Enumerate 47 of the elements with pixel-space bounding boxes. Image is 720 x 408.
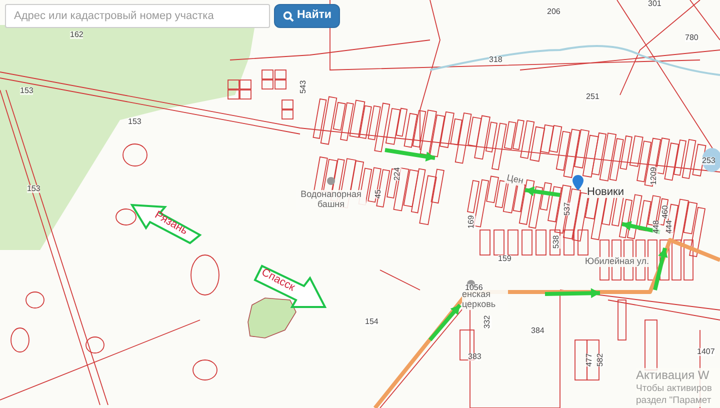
parcel-number: 206	[547, 8, 560, 16]
route-arrow	[544, 288, 600, 298]
parcel-number: 162	[70, 31, 84, 39]
parcel-number: 154	[365, 318, 378, 326]
place-label: енская церковь	[462, 290, 508, 310]
parcel-number: 251	[586, 93, 600, 101]
route-arrow	[653, 248, 668, 290]
parcel-number: 384	[531, 327, 544, 335]
route-arrow	[524, 186, 560, 197]
parcel-number: 477	[586, 353, 594, 367]
parcel-number: 537	[564, 202, 572, 216]
map-pin-icon[interactable]	[572, 175, 584, 190]
parcel-number: 1209	[650, 167, 658, 185]
parcel-number: 582	[596, 353, 605, 367]
direction-arrow	[130, 204, 202, 244]
parcel-number: 1407	[697, 348, 715, 356]
parcel-number: 253	[702, 157, 716, 165]
place-label: Цен	[504, 173, 526, 187]
parcel-number: 444	[666, 220, 674, 234]
route-arrow	[428, 304, 462, 342]
search-icon	[283, 10, 294, 22]
parcel-number: 543	[300, 80, 308, 94]
parcel-number: 448	[652, 220, 661, 234]
parcel-number: 332	[484, 315, 492, 329]
search-button[interactable]: Найти	[274, 4, 340, 28]
search-field[interactable]: Адрес или кадастровый номер участка	[5, 4, 270, 28]
place-label: Новики	[587, 186, 624, 198]
parcel-number: 301	[648, 0, 662, 8]
activation-notice-text: Активация W	[636, 368, 710, 384]
parcel-number: 538	[552, 235, 561, 249]
parcel-number: 153	[20, 87, 34, 95]
parcel-number: 153	[128, 118, 142, 126]
parcel-number: 460	[662, 205, 670, 219]
parcel-number: 318	[489, 56, 502, 64]
parcel-number: 45	[374, 190, 382, 198]
parcel-number: 224	[394, 167, 402, 181]
place-label: Юбилейная ул.	[585, 257, 649, 267]
parcel-number: 780	[685, 34, 698, 42]
activation-notice-text: раздел "Парамет	[636, 395, 712, 407]
landmark-icon	[327, 177, 335, 185]
parcel-number: 169	[468, 215, 476, 229]
parcel-number: 159	[498, 255, 512, 263]
activation-notice-text: Чтобы активиров	[636, 383, 713, 396]
meadow-area	[248, 298, 296, 338]
parcel-number: 383	[468, 353, 482, 361]
route-arrow	[384, 148, 436, 162]
parcel-number: 153	[27, 185, 40, 193]
